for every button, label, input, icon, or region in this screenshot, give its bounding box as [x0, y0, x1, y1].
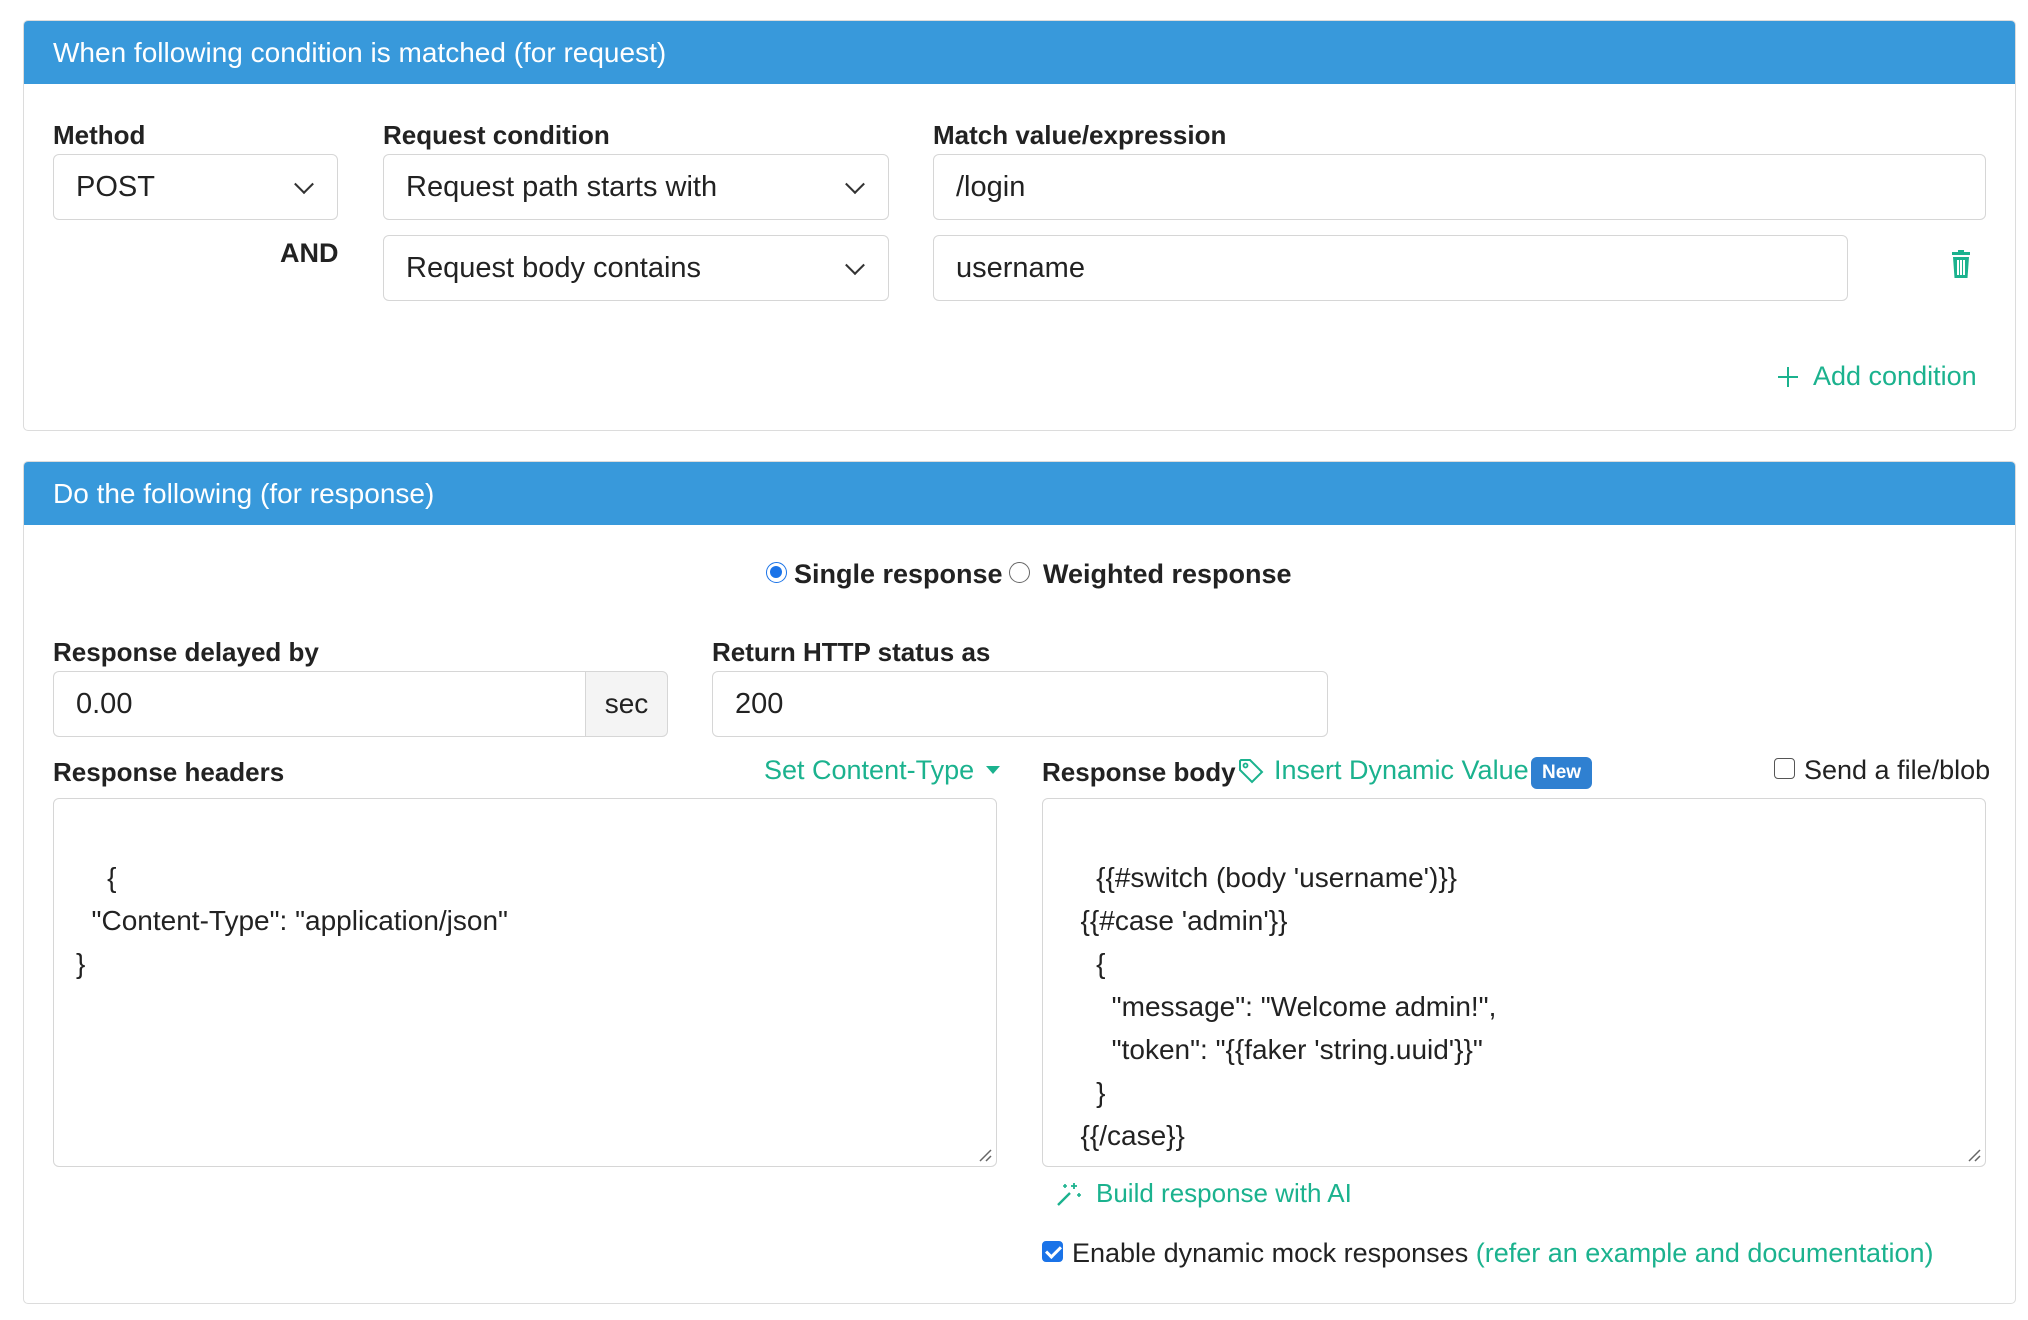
request-panel-title: When following condition is matched (for…	[24, 21, 2015, 84]
build-with-ai-label: Build response with AI	[1096, 1178, 1352, 1208]
method-select[interactable]: POST	[53, 154, 338, 220]
response-body-content: {{#switch (body 'username')}} {{#case 'a…	[1080, 862, 1497, 1151]
plus-icon	[1778, 366, 1798, 387]
status-input[interactable]: 200	[712, 671, 1328, 737]
resize-handle-icon[interactable]	[976, 1146, 992, 1162]
response-headers-textarea[interactable]: { "Content-Type": "application/json" }	[53, 798, 997, 1167]
chevron-down-icon	[294, 174, 314, 195]
method-select-value: POST	[76, 170, 155, 203]
tag-icon	[1239, 758, 1264, 783]
single-response-radio[interactable]	[766, 562, 787, 583]
condition-type-value-2: Request body contains	[406, 251, 702, 284]
new-badge: New	[1531, 757, 1593, 789]
send-file-label: Send a file/blob	[1804, 755, 1991, 785]
weighted-response-radio[interactable]	[1009, 562, 1030, 583]
request-condition-label: Request condition	[383, 120, 610, 150]
request-condition-panel: When following condition is matched (for…	[23, 20, 2016, 431]
add-condition-label: Add condition	[1813, 361, 1977, 391]
trash-icon[interactable]	[1948, 250, 1974, 280]
insert-dynamic-value-label: Insert Dynamic Value	[1274, 755, 1529, 785]
match-value-input-1[interactable]: /login	[933, 154, 1986, 220]
status-label: Return HTTP status as	[712, 637, 991, 667]
single-response-label: Single response	[794, 559, 1003, 589]
response-panel-title: Do the following (for response)	[24, 462, 2015, 525]
set-content-type-label: Set Content-Type	[764, 755, 975, 785]
dynamic-mock-checkbox[interactable]	[1042, 1241, 1063, 1262]
build-with-ai-button[interactable]: Build response with AI	[1056, 1178, 1352, 1209]
response-headers-label: Response headers	[53, 757, 285, 787]
chevron-down-icon	[845, 255, 865, 276]
dynamic-mock-label: Enable dynamic mock responses	[1072, 1238, 1469, 1268]
condition-type-select-2[interactable]: Request body contains	[383, 235, 889, 301]
set-content-type-dropdown[interactable]: Set Content-Type	[764, 755, 1001, 786]
match-value-input-2[interactable]: username	[933, 235, 1848, 301]
condition-type-value-1: Request path starts with	[406, 170, 718, 203]
delay-unit: sec	[604, 688, 649, 719]
dynamic-mock-doc-link[interactable]: (refer an example and documentation)	[1476, 1238, 1934, 1268]
delay-value: 0.00	[76, 687, 133, 720]
delay-unit-addon: sec	[585, 671, 668, 737]
response-headers-content: { "Content-Type": "application/json" }	[76, 862, 508, 979]
weighted-response-label: Weighted response	[1043, 559, 1292, 589]
match-value-text-2: username	[956, 251, 1085, 284]
match-value-text-1: /login	[956, 170, 1026, 203]
chevron-down-icon	[845, 174, 865, 195]
add-condition-button[interactable]: Add condition	[1777, 361, 1977, 392]
method-label: Method	[53, 120, 146, 150]
resize-handle-icon[interactable]	[1965, 1146, 1981, 1162]
response-action-panel: Do the following (for response) Single r…	[23, 461, 2016, 1304]
status-value: 200	[735, 687, 784, 720]
dynamic-mock-row: Enable dynamic mock responses (refer an …	[1072, 1238, 1933, 1269]
response-body-label: Response body	[1042, 757, 1236, 787]
and-operator-label: AND	[280, 238, 339, 268]
response-body-textarea[interactable]: {{#switch (body 'username')}} {{#case 'a…	[1042, 798, 1986, 1167]
caret-down-icon	[986, 766, 1001, 774]
magic-wand-icon	[1057, 1182, 1081, 1206]
delay-input[interactable]: 0.00	[53, 671, 586, 737]
insert-dynamic-value-button[interactable]: Insert Dynamic Value	[1238, 755, 1529, 786]
delay-label: Response delayed by	[53, 637, 319, 667]
match-value-label: Match value/expression	[933, 120, 1227, 150]
send-file-checkbox[interactable]	[1774, 758, 1795, 779]
condition-type-select-1[interactable]: Request path starts with	[383, 154, 889, 220]
